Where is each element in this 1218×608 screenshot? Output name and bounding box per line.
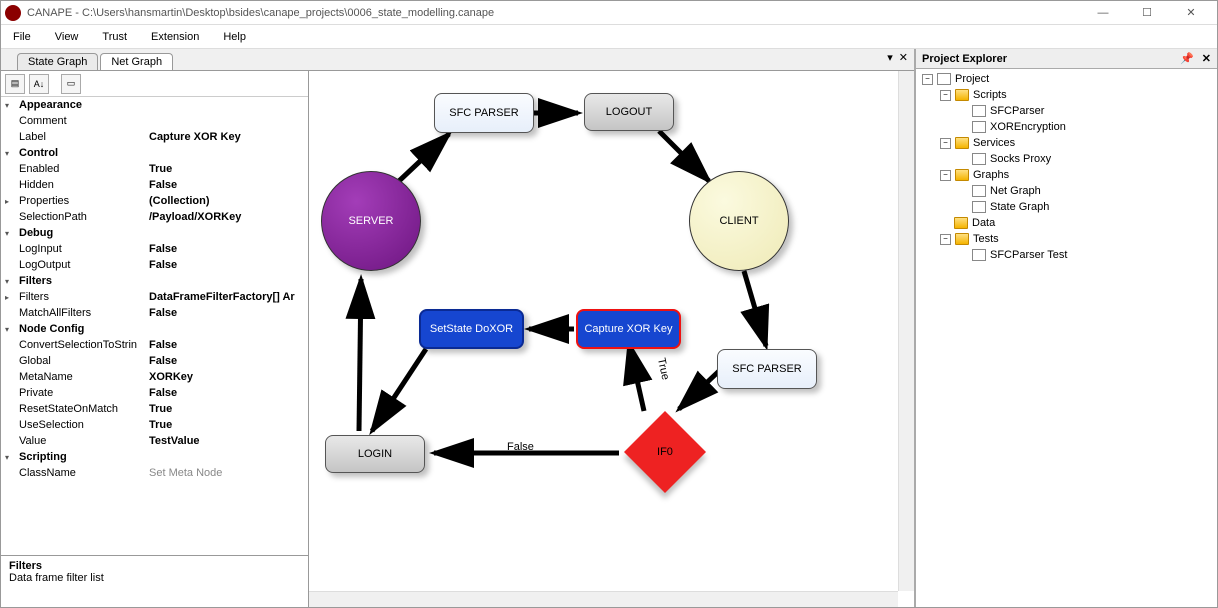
prop-selectionpath[interactable]: SelectionPath [19,211,149,223]
node-logout[interactable]: LOGOUT [584,93,674,131]
graph-icon [972,201,986,213]
node-client[interactable]: CLIENT [689,171,789,271]
close-button[interactable]: ✕ [1169,2,1213,24]
window-title: CANAPE - C:\Users\hansmartin\Desktop\bsi… [27,7,1081,19]
menu-view[interactable]: View [55,31,79,43]
menu-trust[interactable]: Trust [102,31,127,43]
node-sfc-parser-1[interactable]: SFC PARSER [434,93,534,133]
toggle-icon[interactable]: − [940,90,951,101]
prop-reset[interactable]: ResetStateOnMatch [19,403,149,415]
script-icon [972,105,986,117]
folder-icon [955,137,969,149]
node-server[interactable]: SERVER [321,171,421,271]
project-explorer-panel: Project Explorer 📌 ✕ −Project −Scripts S… [915,49,1217,607]
cat-control[interactable]: Control [19,147,149,159]
panel-close-icon[interactable]: ✕ [1202,52,1211,65]
prop-pages-button[interactable]: ▭ [61,74,81,94]
toggle-icon[interactable]: − [922,74,933,85]
tabs-dropdown-icon[interactable]: ▾ [887,51,893,64]
tree-tests[interactable]: Tests [973,233,999,245]
canvas-hscrollbar[interactable] [309,591,898,607]
cat-appearance[interactable]: Appearance [19,99,149,111]
cat-scripting[interactable]: Scripting [19,451,149,463]
script-icon [972,121,986,133]
node-setstate-doxor[interactable]: SetState DoXOR [419,309,524,349]
folder-icon [955,169,969,181]
tree-scripts[interactable]: Scripts [973,89,1007,101]
prop-classname[interactable]: ClassName [19,467,149,479]
menu-extension[interactable]: Extension [151,31,199,43]
maximize-button[interactable]: ☐ [1125,2,1169,24]
edge-label-false: False [507,441,534,453]
prop-convert[interactable]: ConvertSelectionToStrin [19,339,149,351]
prop-filters[interactable]: Filters [19,291,149,303]
cat-debug[interactable]: Debug [19,227,149,239]
property-panel: ▤ A↓ ▭ ▾Appearance Comment LabelCapture … [1,71,309,607]
prop-logoutput[interactable]: LogOutput [19,259,149,271]
propfoot-title: Filters [9,560,300,572]
project-tree[interactable]: −Project −Scripts SFCParser XOREncryptio… [916,69,1217,265]
graph-canvas[interactable]: SFC PARSER LOGOUT SERVER CLIENT SetState… [309,71,914,607]
cat-nodeconfig[interactable]: Node Config [19,323,149,335]
cat-filters[interactable]: Filters [19,275,149,287]
prop-label[interactable]: Label [19,131,149,143]
prop-usesel[interactable]: UseSelection [19,419,149,431]
graph-icon [972,185,986,197]
titlebar: CANAPE - C:\Users\hansmartin\Desktop\bsi… [1,1,1217,25]
canvas-vscrollbar[interactable] [898,71,914,591]
property-description: Filters Data frame filter list [1,555,308,607]
menu-file[interactable]: File [13,31,31,43]
prop-value[interactable]: Value [19,435,149,447]
property-toolbar: ▤ A↓ ▭ [1,71,308,97]
tree-project[interactable]: Project [955,73,989,85]
toggle-icon[interactable]: − [940,170,951,181]
tree-socks[interactable]: Socks Proxy [990,153,1051,165]
tree-services[interactable]: Services [973,137,1015,149]
prop-properties[interactable]: Properties [19,195,149,207]
node-sfc-parser-2[interactable]: SFC PARSER [717,349,817,389]
property-grid[interactable]: ▾Appearance Comment LabelCapture XOR Key… [1,97,308,555]
app-icon [5,5,21,21]
tabs-close-icon[interactable]: ✕ [899,51,908,64]
prop-enabled[interactable]: Enabled [19,163,149,175]
prop-alpha-button[interactable]: A↓ [29,74,49,94]
folder-icon [954,217,968,229]
prop-global[interactable]: Global [19,355,149,367]
toggle-icon[interactable]: − [940,138,951,149]
prop-matchall[interactable]: MatchAllFilters [19,307,149,319]
service-icon [972,153,986,165]
toggle-icon[interactable]: − [940,234,951,245]
folder-icon [955,233,969,245]
prop-hidden[interactable]: Hidden [19,179,149,191]
tree-data[interactable]: Data [972,217,995,229]
project-icon [937,73,951,85]
test-icon [972,249,986,261]
minimize-button[interactable]: — [1081,2,1125,24]
tree-netgraph[interactable]: Net Graph [990,185,1041,197]
menubar: File View Trust Extension Help [1,25,1217,49]
tab-net-graph[interactable]: Net Graph [100,53,173,70]
project-explorer-header: Project Explorer 📌 ✕ [916,49,1217,69]
prop-private[interactable]: Private [19,387,149,399]
node-login[interactable]: LOGIN [325,435,425,473]
node-capture-xor-key[interactable]: Capture XOR Key [576,309,681,349]
prop-loginput[interactable]: LogInput [19,243,149,255]
propfoot-desc: Data frame filter list [9,572,300,584]
folder-icon [955,89,969,101]
tree-stategraph[interactable]: State Graph [990,201,1049,213]
prop-comment[interactable]: Comment [19,115,149,127]
tree-sfctest[interactable]: SFCParser Test [990,249,1067,261]
doc-tabbar: State Graph Net Graph ▾ ✕ [1,49,914,71]
pin-icon[interactable]: 📌 [1180,52,1194,65]
tree-xorenc[interactable]: XOREncryption [990,121,1066,133]
prop-metaname[interactable]: MetaName [19,371,149,383]
tree-graphs[interactable]: Graphs [973,169,1009,181]
prop-categorized-button[interactable]: ▤ [5,74,25,94]
tree-sfcparser[interactable]: SFCParser [990,105,1044,117]
tab-state-graph[interactable]: State Graph [17,53,98,70]
menu-help[interactable]: Help [223,31,246,43]
